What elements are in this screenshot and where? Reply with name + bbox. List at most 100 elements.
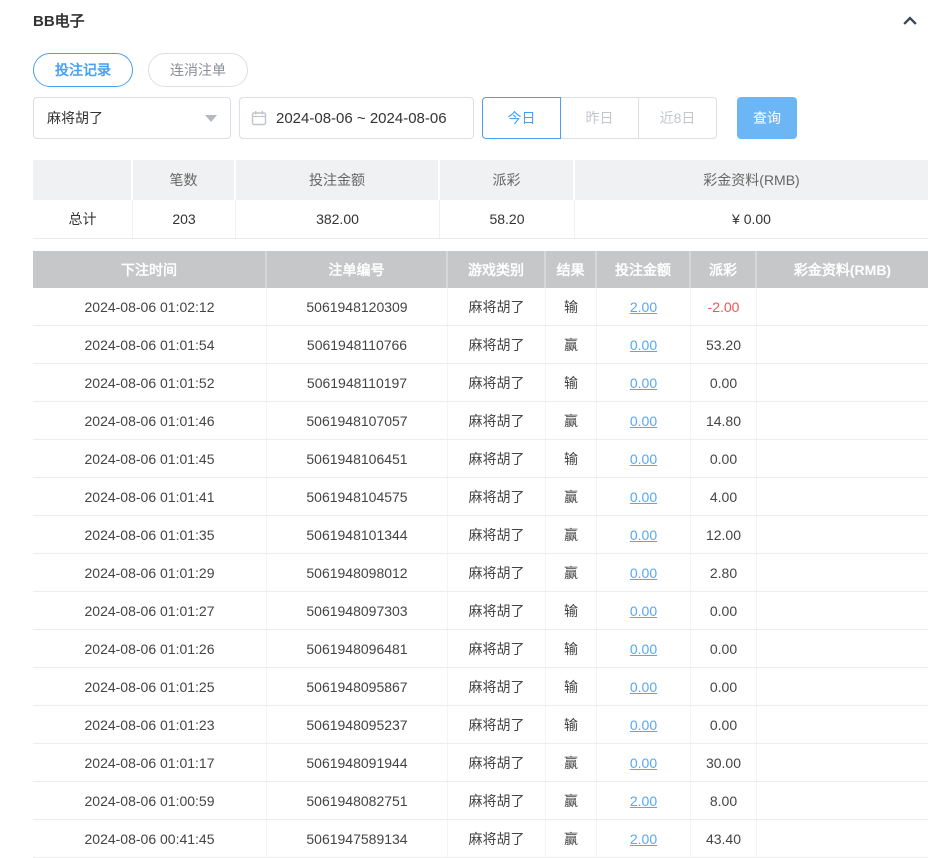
cell-order-no: 5061948095237 — [267, 706, 448, 743]
cell-bet-time: 2024-08-06 01:01:46 — [33, 402, 267, 439]
cell-game-type: 麻将胡了 — [448, 668, 546, 705]
bet-amount-link[interactable]: 0.00 — [630, 413, 657, 429]
bet-amount-link[interactable]: 0.00 — [630, 451, 657, 467]
cell-bet-time: 2024-08-06 01:01:29 — [33, 554, 267, 591]
search-button[interactable]: 查询 — [737, 97, 797, 139]
cell-bet-time: 2024-08-06 01:02:12 — [33, 288, 267, 325]
cell-order-no: 5061948095867 — [267, 668, 448, 705]
chevron-up-icon — [900, 16, 920, 35]
bet-amount-link[interactable]: 2.00 — [630, 793, 657, 809]
date-range-input[interactable]: 2024-08-06 ~ 2024-08-06 — [239, 97, 474, 139]
cell-payout: 4.00 — [691, 478, 757, 515]
cell-order-no: 5061948120309 — [267, 288, 448, 325]
cell-bet-amount: 0.00 — [597, 744, 691, 781]
table-row: 2024-08-06 01:01:35 5061948101344 麻将胡了赢 0.0… — [33, 516, 928, 554]
summary-total-label: 总计 — [33, 200, 133, 238]
cell-order-no: 5061948091944 — [267, 744, 448, 781]
cell-game-type: 麻将胡了 — [448, 288, 546, 325]
quick-range-label: 近8日 — [659, 110, 696, 126]
cell-bet-amount: 0.00 — [597, 706, 691, 743]
cell-bet-amount: 0.00 — [597, 554, 691, 591]
summary-table: 笔数 投注金额 派彩 彩金资料(RMB) 总计 203 382.00 58.20… — [33, 160, 928, 239]
bet-amount-link[interactable]: 0.00 — [630, 527, 657, 543]
cell-game-type: 麻将胡了 — [448, 326, 546, 363]
cell-order-no: 5061948101344 — [267, 516, 448, 553]
game-select[interactable]: 麻将胡了 — [33, 97, 231, 139]
bet-amount-link[interactable]: 0.00 — [630, 603, 657, 619]
cell-bet-time: 2024-08-06 01:01:23 — [33, 706, 267, 743]
summary-header-row: 笔数 投注金额 派彩 彩金资料(RMB) — [33, 160, 928, 200]
bet-amount-link[interactable]: 0.00 — [630, 755, 657, 771]
table-row: 2024-08-06 01:01:25 5061948095867 麻将胡了输 0.0… — [33, 668, 928, 706]
table-row: 2024-08-06 01:01:46 5061948107057 麻将胡了赢 0.0… — [33, 402, 928, 440]
cell-result: 输 — [546, 364, 597, 401]
cell-payout: 0.00 — [691, 630, 757, 667]
cell-payout: 0.00 — [691, 668, 757, 705]
bet-amount-link[interactable]: 2.00 — [630, 831, 657, 847]
bet-amount-link[interactable]: 0.00 — [630, 489, 657, 505]
game-select-value: 麻将胡了 — [47, 110, 103, 126]
date-range-value: 2024-08-06 ~ 2024-08-06 — [276, 109, 447, 127]
records-table: 下注时间 注单编号 游戏类别 结果 投注金额 派彩 彩金资料(RMB) 2024… — [33, 251, 928, 858]
cell-bet-amount: 0.00 — [597, 402, 691, 439]
cell-order-no: 5061948096481 — [267, 630, 448, 667]
table-row: 2024-08-06 01:01:54 5061948110766 麻将胡了赢 0.0… — [33, 326, 928, 364]
cell-order-no: 5061947589134 — [267, 820, 448, 857]
cell-bet-time: 2024-08-06 01:01:45 — [33, 440, 267, 477]
header-result: 结果 — [546, 251, 597, 288]
cell-bet-amount: 2.00 — [597, 820, 691, 857]
bet-amount-link[interactable]: 0.00 — [630, 641, 657, 657]
summary-header-payout: 派彩 — [440, 160, 575, 200]
cell-jackpot — [757, 402, 928, 439]
bet-amount-link[interactable]: 0.00 — [630, 565, 657, 581]
table-row: 2024-08-06 01:01:41 5061948104575 麻将胡了赢 0.0… — [33, 478, 928, 516]
quick-range-yesterday-button[interactable]: 昨日 — [560, 97, 639, 139]
quick-range-today-button[interactable]: 今日 — [482, 97, 561, 139]
record-type-tabs: 投注记录 连消注单 — [33, 53, 248, 87]
cell-game-type: 麻将胡了 — [448, 478, 546, 515]
cell-result: 赢 — [546, 326, 597, 363]
quick-range-last8days-button[interactable]: 近8日 — [638, 97, 717, 139]
summary-header-bet-amount: 投注金额 — [236, 160, 440, 200]
bet-amount-link[interactable]: 0.00 — [630, 717, 657, 733]
cell-jackpot — [757, 288, 928, 325]
cell-bet-time: 2024-08-06 01:01:54 — [33, 326, 267, 363]
cell-payout: 30.00 — [691, 744, 757, 781]
cell-game-type: 麻将胡了 — [448, 440, 546, 477]
cell-payout: 2.80 — [691, 554, 757, 591]
tab-cancelled-orders[interactable]: 连消注单 — [148, 53, 248, 87]
cell-result: 赢 — [546, 782, 597, 819]
table-row: 2024-08-06 00:41:45 5061947589134 麻将胡了赢 2.0… — [33, 820, 928, 858]
tab-label: 连消注单 — [170, 62, 226, 78]
cell-payout: 0.00 — [691, 364, 757, 401]
header-bet-time: 下注时间 — [33, 251, 267, 288]
cell-bet-amount: 2.00 — [597, 782, 691, 819]
tab-bet-records[interactable]: 投注记录 — [33, 53, 133, 87]
cell-payout: 53.20 — [691, 326, 757, 363]
cell-result: 输 — [546, 592, 597, 629]
cell-bet-time: 2024-08-06 00:41:45 — [33, 820, 267, 857]
cell-bet-amount: 2.00 — [597, 288, 691, 325]
bet-amount-link[interactable]: 0.00 — [630, 375, 657, 391]
bet-amount-link[interactable]: 2.00 — [630, 299, 657, 315]
cell-bet-amount: 0.00 — [597, 440, 691, 477]
summary-total-jackpot: ¥ 0.00 — [575, 200, 928, 238]
cell-bet-amount: 0.00 — [597, 478, 691, 515]
cell-game-type: 麻将胡了 — [448, 820, 546, 857]
table-row: 2024-08-06 01:00:59 5061948082751 麻将胡了赢 2.0… — [33, 782, 928, 820]
cell-jackpot — [757, 478, 928, 515]
bet-amount-link[interactable]: 0.00 — [630, 679, 657, 695]
bet-amount-link[interactable]: 0.00 — [630, 337, 657, 353]
cell-order-no: 5061948110197 — [267, 364, 448, 401]
cell-result: 赢 — [546, 478, 597, 515]
cell-game-type: 麻将胡了 — [448, 782, 546, 819]
filter-bar: 麻将胡了 2024-08-06 ~ 2024-08-06 今日 昨日 近8日 查… — [33, 97, 797, 139]
quick-range-label: 昨日 — [585, 110, 614, 126]
cell-bet-time: 2024-08-06 01:01:25 — [33, 668, 267, 705]
cell-game-type: 麻将胡了 — [448, 402, 546, 439]
cell-result: 赢 — [546, 402, 597, 439]
summary-total-bet-amount: 382.00 — [236, 200, 440, 238]
summary-header-count: 笔数 — [133, 160, 236, 200]
collapse-panel-button[interactable] — [900, 11, 920, 31]
table-row: 2024-08-06 01:01:29 5061948098012 麻将胡了赢 0.0… — [33, 554, 928, 592]
